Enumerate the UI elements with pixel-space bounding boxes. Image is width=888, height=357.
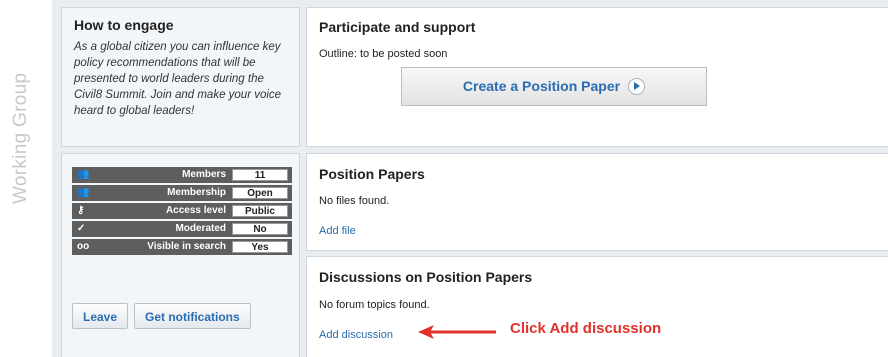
working-group-label: Working Group [10,72,31,204]
play-icon [628,77,646,95]
participate-panel: Participate and support Outline: to be p… [306,7,888,147]
leave-button[interactable]: Leave [72,303,129,329]
create-position-paper-label: Create a Position Paper [462,78,621,94]
stat-row-members: 👥 Members 11 [72,167,292,183]
group-stats-panel: 👥 Members 11 👥 Membership Open ⚷ Access … [61,153,300,357]
stat-label: Membership [167,187,226,198]
checkmark-icon: ✓ [77,223,86,234]
add-file-link[interactable]: Add file [319,225,356,237]
engage-description: As a global citizen you can influence ke… [74,41,282,117]
stat-value: 11 [232,169,288,181]
stat-row-membership: 👥 Membership Open [72,185,292,201]
stat-value: Public [232,205,288,217]
stat-label: Members [182,169,226,180]
stat-row-moderated: ✓ Moderated No [72,221,292,237]
stat-label: Visible in search [147,241,226,252]
stat-label: Access level [165,205,226,216]
discussions-title: Discussions on Position Papers [319,269,533,285]
stat-label: Moderated [175,223,226,234]
annotation-arrow-icon [418,325,496,339]
stat-row-visible-in-search: oo Visible in search Yes [72,239,292,255]
membership-icon: 👥 [77,187,90,198]
annotation-text: Click Add discussion [510,320,662,337]
position-papers-title: Position Papers [319,166,425,182]
stat-value: Yes [232,241,288,253]
stat-row-access-level: ⚷ Access level Public [72,203,292,219]
stats-list: 👥 Members 11 👥 Membership Open ⚷ Access … [72,167,292,257]
members-icon: 👥 [77,169,90,180]
position-papers-panel: Position Papers No files found. Add file [306,153,888,251]
discussions-panel: Discussions on Position Papers No forum … [306,256,888,357]
engage-title: How to engage [74,17,174,33]
add-discussion-link[interactable]: Add discussion [319,329,393,341]
no-forum-topics-text: No forum topics found. [319,299,430,311]
outline-text: Outline: to be posted soon [319,48,448,60]
participate-title: Participate and support [319,19,476,35]
how-to-engage-panel: How to engage As a global citizen you ca… [61,7,300,147]
get-notifications-button[interactable]: Get notifications [134,303,251,329]
no-files-text: No files found. [319,195,390,207]
stat-value: No [232,223,288,235]
key-icon: ⚷ [77,205,85,216]
create-position-paper-button[interactable]: Create a Position Paper [401,67,707,106]
stat-value: Open [232,187,288,199]
eye-icon: oo [77,241,90,252]
